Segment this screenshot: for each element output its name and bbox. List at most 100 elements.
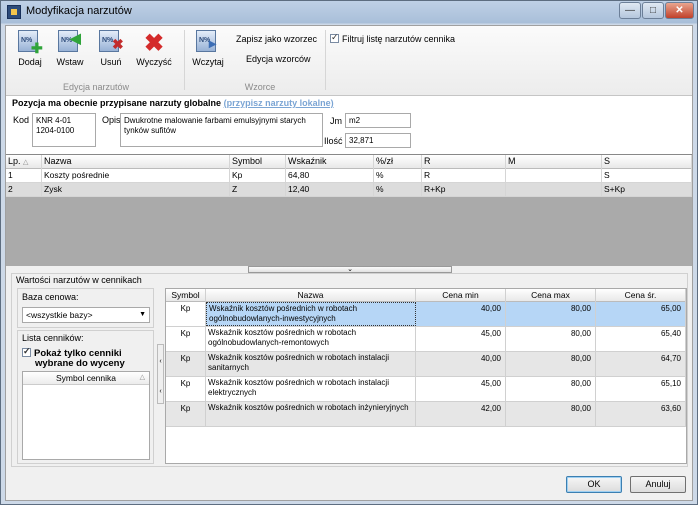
cell-nazwa: Wskaźnik kosztów pośrednich w robotach i… bbox=[206, 402, 416, 426]
cell-cena-max: 80,00 bbox=[506, 402, 596, 426]
col-lp[interactable]: Lp. △ bbox=[6, 155, 42, 169]
cell-cena-sr: 65,10 bbox=[596, 377, 686, 401]
table-row[interactable]: Kp Wskaźnik kosztów pośrednich w robotac… bbox=[166, 352, 686, 377]
load-button[interactable]: ▸ Wczytaj bbox=[188, 30, 228, 74]
base-select[interactable]: <wszystkie bazy> ▼ bbox=[22, 307, 150, 323]
surcharges-grid: Lp. △ Nazwa Symbol Wskaźnik %/zł R M S 1… bbox=[6, 154, 692, 266]
chevron-down-icon: ⌄ bbox=[347, 266, 353, 273]
col-symbol[interactable]: Symbol bbox=[166, 289, 206, 302]
save-template-link[interactable]: Zapisz jako wzorzec bbox=[236, 34, 317, 44]
show-selected-checkbox-box[interactable] bbox=[22, 346, 31, 357]
kod-field[interactable]: KNR 4-01 1204-0100 bbox=[32, 113, 96, 147]
maximize-button[interactable]: □ bbox=[642, 2, 664, 19]
cell-s: S bbox=[602, 169, 692, 182]
symbol-cennika-header[interactable]: Symbol cennika △ bbox=[23, 372, 149, 385]
cell-cena-max: 80,00 bbox=[506, 377, 596, 401]
cell-cena-min: 40,00 bbox=[416, 352, 506, 376]
ilosc-field[interactable]: 32,871 bbox=[345, 133, 411, 148]
cell-wskaznik: 64,80 bbox=[286, 169, 374, 182]
minimize-button[interactable]: — bbox=[619, 2, 641, 19]
assign-local-link[interactable]: (przypisz narzuty lokalne) bbox=[224, 98, 334, 108]
title-bar[interactable]: Modyfikacja narzutów — □ ✕ bbox=[1, 1, 697, 23]
col-wskaznik[interactable]: Wskaźnik bbox=[286, 155, 374, 169]
dialog-client: ✚ Dodaj ◀ Wstaw ✖ Usuń ✖ Wyczyść ▸ Wczyt… bbox=[5, 25, 693, 501]
cell-lp: 1 bbox=[6, 169, 42, 182]
cell-cena-sr: 64,70 bbox=[596, 352, 686, 376]
load-button-label: Wczytaj bbox=[192, 57, 224, 67]
cell-cena-sr: 65,00 bbox=[596, 302, 686, 326]
cell-symbol: Kp bbox=[166, 402, 206, 426]
add-button[interactable]: ✚ Dodaj bbox=[10, 30, 50, 74]
table-row[interactable]: Kp Wskaźnik kosztów pośrednich w robotac… bbox=[166, 302, 686, 327]
table-row[interactable]: 2 Zysk Z 12,40 % R+Kp S+Kp bbox=[6, 183, 692, 197]
clear-button[interactable]: ✖ Wyczyść bbox=[134, 30, 174, 74]
col-cena-sr[interactable]: Cena śr. bbox=[596, 289, 686, 302]
col-unit[interactable]: %/zł bbox=[374, 155, 422, 169]
delete-button[interactable]: ✖ Usuń bbox=[91, 30, 131, 74]
dialog-window: Modyfikacja narzutów — □ ✕ ✚ Dodaj ◀ Wst… bbox=[0, 0, 698, 505]
table-row[interactable]: Kp Wskaźnik kosztów pośrednich w robotac… bbox=[166, 377, 686, 402]
group-separator bbox=[325, 30, 326, 90]
col-m[interactable]: M bbox=[506, 155, 602, 169]
price-grid-header: Symbol Nazwa Cena min Cena max Cena śr. bbox=[166, 289, 686, 302]
toolbar-ribbon: ✚ Dodaj ◀ Wstaw ✖ Usuń ✖ Wyczyść ▸ Wczyt… bbox=[6, 26, 692, 96]
cell-m bbox=[506, 169, 602, 182]
pricelist-label: Lista cenników: bbox=[22, 333, 84, 343]
show-selected-checkbox[interactable]: Pokaż tylko cenniki wybrane do wyceny bbox=[22, 346, 125, 369]
collapse-panel-tab[interactable]: ‹ ‹ bbox=[157, 344, 164, 404]
cell-cena-sr: 63,60 bbox=[596, 402, 686, 426]
cell-nazwa: Zysk bbox=[42, 183, 230, 196]
splitter-handle[interactable]: ⌄ bbox=[248, 266, 452, 273]
cell-m bbox=[506, 183, 602, 196]
jm-field[interactable]: m2 bbox=[345, 113, 411, 128]
ok-button[interactable]: OK bbox=[566, 476, 622, 493]
col-nazwa[interactable]: Nazwa bbox=[206, 289, 416, 302]
cell-s: S+Kp bbox=[602, 183, 692, 196]
insert-button[interactable]: ◀ Wstaw bbox=[50, 30, 90, 74]
filter-checkbox[interactable]: Filtruj listę narzutów cennika bbox=[330, 32, 455, 44]
cell-cena-max: 80,00 bbox=[506, 327, 596, 351]
cell-symbol: Kp bbox=[230, 169, 286, 182]
col-r[interactable]: R bbox=[422, 155, 506, 169]
assignment-panel: Pozycja ma obecnie przypisane narzuty gl… bbox=[6, 96, 692, 154]
cancel-button[interactable]: Anuluj bbox=[630, 476, 686, 493]
table-row[interactable]: 1 Koszty pośrednie Kp 64,80 % R S bbox=[6, 169, 692, 183]
load-template-icon: ▸ bbox=[196, 30, 220, 54]
opis-field[interactable]: Dwukrotne malowanie farbami emulsyjnymi … bbox=[120, 113, 323, 147]
table-row[interactable]: Kp Wskaźnik kosztów pośrednich w robotac… bbox=[166, 402, 686, 427]
pricelist-list[interactable]: Symbol cennika △ bbox=[22, 371, 150, 460]
col-symbol[interactable]: Symbol bbox=[230, 155, 286, 169]
delete-button-label: Usuń bbox=[100, 57, 122, 67]
assignment-title: Pozycja ma obecnie przypisane narzuty gl… bbox=[12, 98, 334, 108]
cell-symbol: Kp bbox=[166, 327, 206, 351]
col-cena-max[interactable]: Cena max bbox=[506, 289, 596, 302]
filter-checkbox-box[interactable] bbox=[330, 32, 339, 43]
kod-line-2: 1204-0100 bbox=[36, 126, 75, 135]
chevron-left-icon: ‹ bbox=[159, 388, 162, 395]
app-icon bbox=[7, 5, 21, 19]
group-label-edit: Edycja narzutów bbox=[62, 82, 130, 92]
cell-unit: % bbox=[374, 183, 422, 196]
symbol-cennika-header-text: Symbol cennika bbox=[55, 373, 116, 383]
cell-nazwa: Wskaźnik kosztów pośrednich w robotach o… bbox=[206, 302, 416, 326]
cell-nazwa: Wskaźnik kosztów pośrednich w robotach i… bbox=[206, 352, 416, 376]
close-button[interactable]: ✕ bbox=[665, 2, 694, 19]
dropdown-arrow-icon: ▼ bbox=[139, 311, 146, 318]
cell-wskaznik: 12,40 bbox=[286, 183, 374, 196]
cell-nazwa: Wskaźnik kosztów pośrednich w robotach i… bbox=[206, 377, 416, 401]
cell-r: R+Kp bbox=[422, 183, 506, 196]
table-row[interactable]: Kp Wskaźnik kosztów pośrednich w robotac… bbox=[166, 327, 686, 352]
edit-templates-link[interactable]: Edycja wzorców bbox=[246, 54, 311, 64]
cell-cena-min: 40,00 bbox=[416, 302, 506, 326]
price-values-title: Wartości narzutów w cennikach bbox=[16, 275, 142, 285]
cell-symbol: Z bbox=[230, 183, 286, 196]
group-separator bbox=[184, 30, 185, 90]
insert-button-label: Wstaw bbox=[56, 57, 84, 67]
surcharges-header: Lp. △ Nazwa Symbol Wskaźnik %/zł R M S bbox=[6, 155, 692, 169]
opis-label: Opis bbox=[102, 115, 121, 125]
cell-r: R bbox=[422, 169, 506, 182]
col-nazwa[interactable]: Nazwa bbox=[42, 155, 230, 169]
col-cena-min[interactable]: Cena min bbox=[416, 289, 506, 302]
col-s[interactable]: S bbox=[602, 155, 692, 169]
show-selected-label-2: wybrane do wyceny bbox=[35, 358, 125, 369]
